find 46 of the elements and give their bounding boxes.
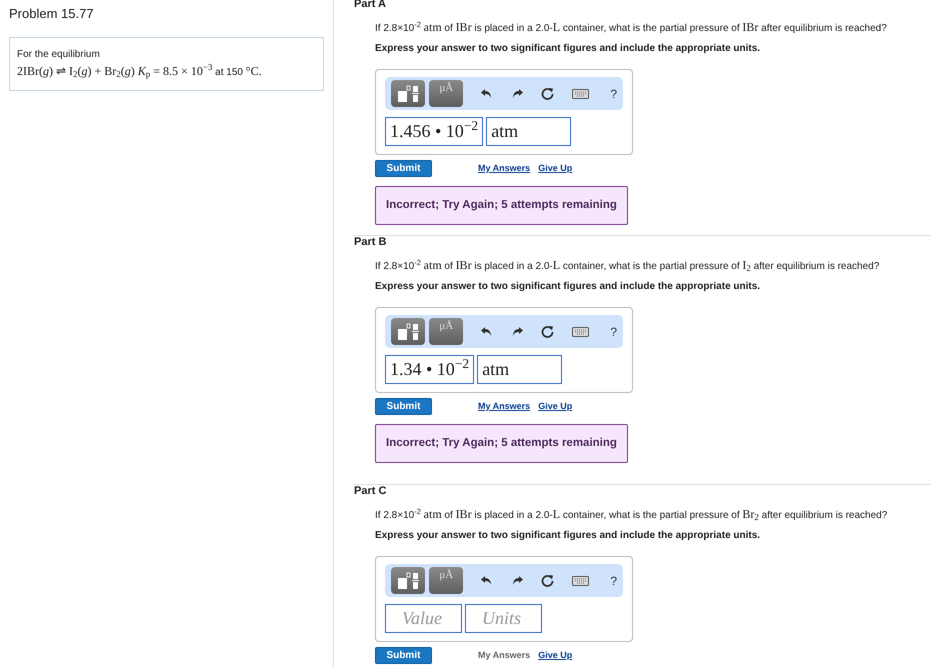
part-title: Part C [354, 485, 388, 498]
help-button[interactable]: ? [610, 572, 617, 590]
redo-icon[interactable] [511, 326, 524, 337]
template-icon [395, 84, 422, 104]
keyboard-icon[interactable] [572, 576, 590, 586]
template-button[interactable] [391, 318, 426, 345]
feedback-message: Incorrect; Try Again; 5 attempts remaining [375, 424, 628, 464]
instruction-text: Express your answer to two significant figures and include the appropriate units. [375, 529, 762, 543]
value-field[interactable]: 1.34 • 10$^{−2}$ [385, 355, 474, 384]
help-button[interactable]: ? [610, 322, 617, 340]
redo-icon[interactable] [511, 575, 524, 586]
my-answers-link[interactable]: My Answers [478, 162, 530, 176]
template-icon [395, 570, 422, 590]
undo-icon[interactable] [481, 326, 494, 337]
reset-icon[interactable] [541, 574, 554, 587]
submit-button[interactable]: Submit [375, 398, 432, 415]
units-field[interactable]: atm [477, 355, 562, 384]
value-field[interactable]: 1.456 • 10$^{−2}$ [385, 117, 484, 146]
intro-text: For the equilibrium [17, 48, 101, 62]
units-field[interactable]: atm [486, 117, 572, 146]
reset-icon[interactable] [541, 325, 554, 338]
give-up-link[interactable]: Give Up [538, 400, 572, 414]
template-icon [395, 322, 422, 342]
redo-icon[interactable] [511, 88, 524, 99]
keyboard-icon[interactable] [572, 88, 590, 98]
feedback-message: Incorrect; Try Again; 5 attempts remaining [375, 186, 628, 226]
help-button[interactable]: ? [610, 84, 617, 102]
undo-icon[interactable] [481, 575, 494, 586]
keyboard-icon[interactable] [572, 326, 590, 336]
question-text: If 2.8×10$^{-2}$ atm of IBr is placed in a 2.0-L container, what is the partial pressure of IBr after equilibrium is reached? [375, 20, 888, 36]
submit-button[interactable]: Submit [375, 647, 432, 664]
instruction-text: Express your answer to two significant figures and include the appropriate units. [375, 42, 762, 56]
equation-text: 2IBr(g) ⇌ I$_{2}$(g) + Br$_{2}$(g) K$_{p}$ = 8.5 × 10$^{−3}$ at 150 °C. [17, 62, 263, 80]
my-answers-link[interactable]: My Answers [478, 400, 530, 414]
undo-icon[interactable] [481, 88, 494, 99]
submit-button[interactable]: Submit [375, 160, 432, 177]
give-up-link[interactable]: Give Up [538, 162, 572, 176]
question-text: If 2.8×10$^{-2}$ atm of IBr is placed in a 2.0-L container, what is the partial pressure of I$_{2}$ after equilibrium is reached? [375, 258, 880, 274]
instruction-text: Express your answer to two significant figures and include the appropriate units. [375, 280, 762, 294]
template-button[interactable] [391, 567, 426, 594]
reset-icon[interactable] [541, 87, 554, 100]
give-up-link[interactable]: Give Up [538, 648, 572, 662]
problem-title: Problem 15.77 [9, 5, 95, 23]
template-button[interactable] [391, 80, 426, 107]
question-text: If 2.8×10$^{-2}$ atm of IBr is placed in a 2.0-L container, what is the partial pressure of Br$_{2}$ after equilibrium is reached? [375, 507, 888, 523]
part-title: Part B [354, 236, 388, 249]
